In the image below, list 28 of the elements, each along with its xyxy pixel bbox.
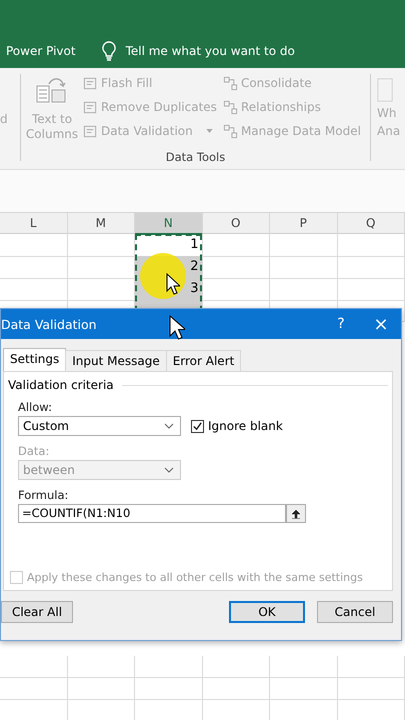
ribbon-label: Ana: [377, 123, 400, 140]
column-header[interactable]: P: [270, 213, 338, 235]
column-header[interactable]: N: [135, 213, 202, 235]
close-button[interactable]: ×: [361, 314, 401, 334]
dialog-tab[interactable]: Error Alert: [166, 350, 242, 371]
column-header[interactable]: O: [202, 213, 270, 235]
checkbox-label: Apply these changes to all other cells with the same settings: [27, 571, 363, 584]
field-label: Formula:: [18, 488, 70, 502]
allow-dropdown[interactable]: Custom: [18, 416, 181, 436]
dialog-button[interactable]: Clear All: [1, 601, 73, 623]
field-label: Allow:: [18, 400, 53, 414]
help-button[interactable]: ?: [321, 316, 361, 332]
ribbon-tab[interactable]: Power Pivot: [6, 44, 76, 58]
tell-me-search[interactable]: Tell me what you want to do: [126, 44, 295, 58]
formula-field[interactable]: =COUNTIF(N1:N10: [18, 504, 286, 523]
checkbox-label: Ignore blank: [208, 419, 283, 433]
dialog-button[interactable]: Cancel: [317, 601, 393, 623]
ribbon-label: d: [0, 110, 8, 128]
field-label: Data:: [18, 444, 50, 458]
dialog-tab[interactable]: Settings: [3, 348, 66, 371]
ribbon-label: Wh: [377, 105, 396, 122]
column-header[interactable]: Q: [338, 213, 405, 235]
group-label: Data Tools: [164, 150, 226, 166]
dialog-button[interactable]: OK: [229, 601, 305, 623]
group-title: Validation criteria: [8, 378, 114, 392]
column-header[interactable]: L: [0, 213, 68, 235]
dialog-tab[interactable]: Input Message: [65, 350, 167, 371]
dialog-title: Data Validation: [1, 316, 97, 332]
